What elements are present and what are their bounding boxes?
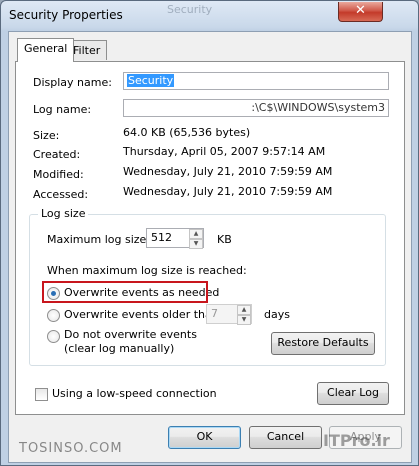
overwrite-older-than-radio[interactable]: [47, 309, 60, 322]
accessed-label: Accessed:: [33, 188, 89, 201]
days-spinner-arrows[interactable]: ▲ ▼: [237, 305, 251, 325]
log-name-label: Log name:: [33, 103, 92, 116]
size-label: Size:: [33, 129, 60, 142]
close-button[interactable]: ✕: [338, 2, 383, 22]
do-not-overwrite-sublabel: (clear log manually): [64, 342, 175, 355]
cancel-button[interactable]: Cancel: [249, 426, 322, 449]
restore-defaults-button[interactable]: Restore Defaults: [271, 332, 375, 355]
watermark-tosinso: TOSINSO.COM: [19, 441, 123, 456]
log-name-value: :\C$\WINDOWS\system3: [251, 101, 385, 114]
accessed-value: Wednesday, July 21, 2010 7:59:59 AM: [123, 185, 333, 198]
when-reached-label: When maximum log size is reached:: [47, 264, 247, 277]
spinner-arrows[interactable]: ▲ ▼: [189, 229, 203, 249]
size-value: 64.0 KB (65,536 bytes): [123, 126, 251, 139]
max-log-size-value: 512: [151, 231, 172, 244]
created-label: Created:: [33, 148, 81, 161]
background-window-text: Security: [167, 3, 213, 16]
max-log-size-spinner[interactable]: 512 ▲ ▼: [146, 228, 204, 249]
max-log-size-unit: KB: [217, 233, 232, 246]
annotation-highlight-box: [42, 281, 208, 303]
low-speed-label[interactable]: Using a low-speed connection: [52, 387, 217, 400]
ok-button[interactable]: OK: [168, 426, 241, 449]
days-spin-up-icon[interactable]: ▲: [237, 305, 251, 315]
spin-down-icon[interactable]: ▼: [189, 239, 203, 249]
modified-label: Modified:: [33, 168, 84, 181]
log-name-field[interactable]: :\C$\WINDOWS\system3: [123, 99, 389, 117]
days-unit: days: [264, 308, 290, 321]
watermark-itpro: ITPro.ir: [323, 431, 390, 450]
log-size-group-label: Log size: [38, 207, 89, 220]
do-not-overwrite-radio[interactable]: [47, 330, 60, 343]
days-spin-down-icon[interactable]: ▼: [237, 315, 251, 325]
display-name-value: Security: [127, 74, 175, 87]
do-not-overwrite-label[interactable]: Do not overwrite events: [64, 328, 197, 341]
days-value: 7: [211, 307, 218, 320]
created-value: Thursday, April 05, 2007 9:57:14 AM: [123, 145, 326, 158]
overwrite-older-than-label[interactable]: Overwrite events older than: [64, 308, 219, 321]
display-name-field[interactable]: Security: [123, 72, 389, 90]
modified-value: Wednesday, July 21, 2010 7:59:59 AM: [123, 165, 333, 178]
security-properties-window: Security Properties Security ✕ General F…: [0, 0, 419, 466]
dialog-client-area: General Filter Display name: Security Lo…: [8, 31, 412, 463]
display-name-label: Display name:: [33, 76, 112, 89]
title-bar[interactable]: Security Properties Security ✕: [1, 1, 418, 29]
tab-general[interactable]: General: [17, 38, 75, 62]
window-title: Security Properties: [9, 8, 123, 22]
max-log-size-label: Maximum log size:: [47, 233, 150, 246]
low-speed-checkbox[interactable]: [35, 388, 48, 401]
days-spinner[interactable]: 7 ▲ ▼: [206, 304, 252, 325]
spin-up-icon[interactable]: ▲: [189, 229, 203, 239]
clear-log-button[interactable]: Clear Log: [317, 382, 389, 405]
